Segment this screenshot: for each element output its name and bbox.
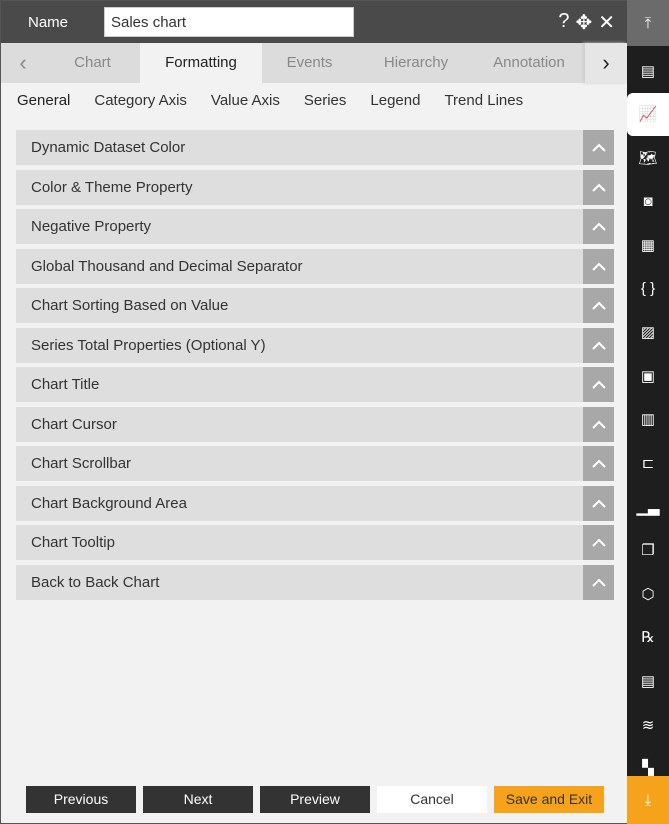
copy-icon[interactable]: ❐ [627, 529, 669, 572]
accordion-section[interactable]: Dynamic Dataset Color [16, 130, 614, 165]
section-title: Global Thousand and Decimal Separator [31, 257, 303, 275]
name-label: Name [28, 13, 69, 31]
accordion-section[interactable]: Chart Cursor [16, 406, 614, 442]
rx-icon[interactable]: ℞ [627, 616, 669, 659]
form-icon[interactable]: ▤ [627, 49, 669, 92]
tab-annotation[interactable]: Annotation [475, 43, 583, 83]
section-title: Color & Theme Property [31, 178, 193, 196]
chevron-up-icon[interactable] [583, 406, 614, 442]
close-icon[interactable]: ✕ [598, 10, 615, 35]
bar-chart-icon[interactable]: ▁▃ [627, 485, 669, 528]
accordion-section[interactable]: Color & Theme Property [16, 169, 614, 205]
accordion-section[interactable]: Chart Scrollbar [16, 446, 614, 481]
section-title: Chart Scrollbar [31, 455, 132, 472]
accordion-section[interactable]: Negative Property [16, 209, 614, 244]
tab-events[interactable]: Events [262, 43, 357, 83]
cancel-button[interactable]: Cancel [377, 786, 487, 813]
chevron-up-icon[interactable] [583, 248, 614, 284]
accordion-section[interactable]: Chart Background Area [16, 485, 614, 521]
image-icon[interactable]: ▨ [627, 311, 669, 354]
subtab-series[interactable]: Series [304, 92, 347, 129]
section-title: Chart Sorting Based on Value [31, 297, 229, 314]
move-icon[interactable]: ✥ [575, 10, 592, 35]
layers-icon[interactable]: ≋ [627, 703, 669, 746]
subtab-trend-lines[interactable]: Trend Lines [444, 92, 523, 129]
accordion-section[interactable]: Chart Title [16, 367, 614, 402]
report-icon[interactable]: ◙ [627, 180, 669, 223]
name-input[interactable] [104, 7, 354, 37]
cubes-icon[interactable]: ⬡ [627, 572, 669, 615]
chevron-up-icon[interactable] [583, 169, 614, 205]
accordion-section[interactable]: Chart Tooltip [16, 525, 614, 560]
footer-buttons: Previous Next Preview Cancel Save and Ex… [26, 786, 604, 813]
code-braces-icon[interactable]: { } [627, 267, 669, 310]
section-title: Back to Back Chart [31, 573, 160, 591]
subtab-legend[interactable]: Legend [370, 92, 420, 129]
subtab-general[interactable]: General [17, 92, 70, 137]
document-icon[interactable]: ▦ [627, 223, 669, 266]
chevron-up-icon[interactable] [583, 130, 614, 165]
panel-header: Name ? ✥ ✕ [1, 1, 627, 43]
accordion-section[interactable]: Global Thousand and Decimal Separator [16, 248, 614, 284]
subtab-category-axis[interactable]: Category Axis [94, 92, 187, 129]
chevron-up-icon[interactable] [583, 327, 614, 363]
section-title: Series Total Properties (Optional Y) [31, 336, 266, 354]
section-title: Chart Cursor [31, 415, 117, 433]
tab-chart[interactable]: Chart [45, 43, 140, 83]
scroll-bottom-icon[interactable]: ⤓ [627, 776, 669, 824]
scroll-top-icon[interactable]: ⤒ [627, 0, 669, 46]
tab-hierarchy[interactable]: Hierarchy [357, 43, 475, 83]
sidebar: ⤒ ▤ 📈 🗺 ◙ ▦{ } ▨ ▣ ▥ ⊏ ▁▃ ❐ ⬡ ℞ ▤ ≋ ▚ ⤓ [627, 0, 669, 824]
subtab-value-axis[interactable]: Value Axis [211, 92, 280, 129]
chevron-up-icon[interactable] [583, 446, 614, 481]
section-title: Chart Title [31, 376, 100, 393]
section-title: Dynamic Dataset Color [31, 139, 186, 156]
section-list: Dynamic Dataset Color Color & Theme Prope… [16, 130, 614, 604]
map-icon[interactable]: 🗺 [627, 136, 669, 179]
chevron-up-icon[interactable] [583, 288, 614, 323]
next-button[interactable]: Next [143, 786, 253, 813]
help-icon[interactable]: ? [558, 10, 569, 35]
chevron-up-icon[interactable] [583, 485, 614, 521]
accordion-section[interactable]: Back to Back Chart [16, 564, 614, 600]
previous-button[interactable]: Previous [26, 786, 136, 813]
tab-bar: ‹ Chart Formatting Events Hierarchy Anno… [1, 43, 627, 83]
chevron-right-icon[interactable]: › [585, 43, 627, 83]
tree-icon[interactable]: ⊏ [627, 441, 669, 484]
section-title: Negative Property [31, 218, 152, 235]
file-icon[interactable]: ▤ [627, 659, 669, 702]
chevron-up-icon[interactable] [583, 525, 614, 560]
tab-formatting[interactable]: Formatting [140, 43, 262, 83]
accordion-section[interactable]: Chart Sorting Based on Value [16, 288, 614, 323]
chart-icon[interactable]: 📈 [627, 92, 669, 136]
subtab-bar: General Category Axis Value Axis Series … [1, 83, 627, 137]
accordion-section[interactable]: Series Total Properties (Optional Y) [16, 327, 614, 363]
chevron-left-icon[interactable]: ‹ [1, 50, 45, 76]
section-title: Chart Background Area [31, 494, 187, 512]
chevron-up-icon[interactable] [583, 367, 614, 402]
chevron-up-icon[interactable] [583, 209, 614, 244]
properties-panel: Name ? ✥ ✕ ‹ Chart Formatting Events Hie… [0, 0, 627, 824]
chevron-up-icon[interactable] [583, 564, 614, 600]
section-title: Chart Tooltip [31, 534, 115, 551]
save-and-exit-button[interactable]: Save and Exit [494, 786, 604, 813]
preview-button[interactable]: Preview [260, 786, 370, 813]
sheet-icon[interactable]: ▥ [627, 398, 669, 441]
frame-icon[interactable]: ▣ [627, 354, 669, 397]
